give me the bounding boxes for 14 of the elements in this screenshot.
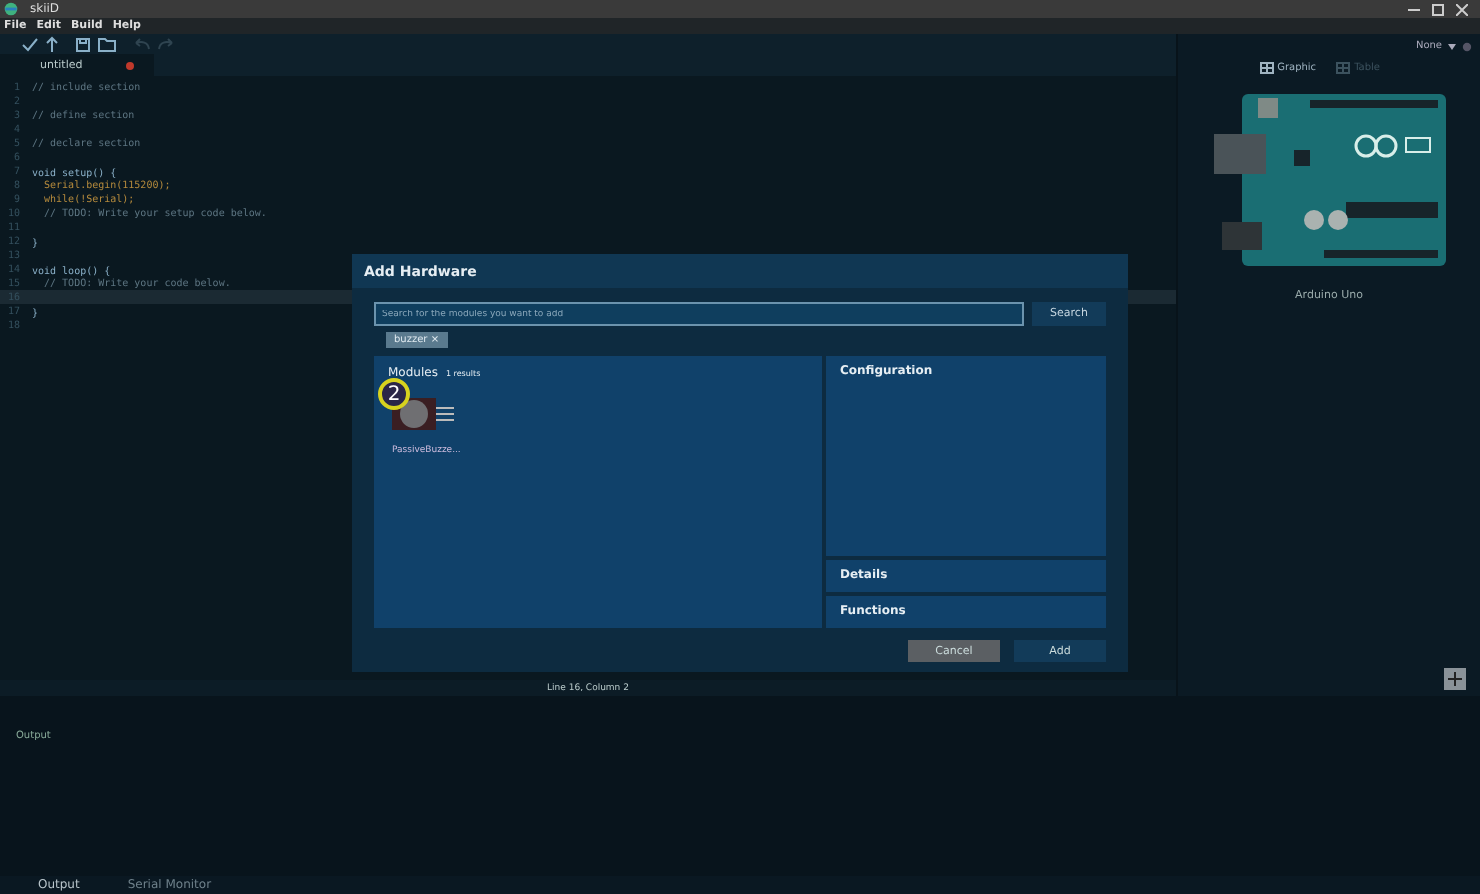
- settings-icon[interactable]: [1462, 41, 1472, 51]
- folder-icon[interactable]: [98, 37, 116, 51]
- buzzer-module-drawing[interactable]: [392, 398, 456, 430]
- checkmark-icon[interactable]: [22, 37, 38, 51]
- close-icon[interactable]: [1456, 3, 1468, 15]
- save-icon[interactable]: [76, 37, 90, 51]
- step-number-badge: 2: [378, 378, 410, 410]
- app-logo-icon: [4, 2, 18, 16]
- minimize-icon[interactable]: [1408, 3, 1420, 15]
- add-button[interactable]: [1444, 668, 1466, 690]
- dropdown-caret-icon[interactable]: [1448, 43, 1456, 49]
- grid-icon[interactable]: [1259, 62, 1274, 74]
- upload-arrow-icon[interactable]: [46, 36, 58, 52]
- maximize-icon[interactable]: [1432, 3, 1444, 15]
